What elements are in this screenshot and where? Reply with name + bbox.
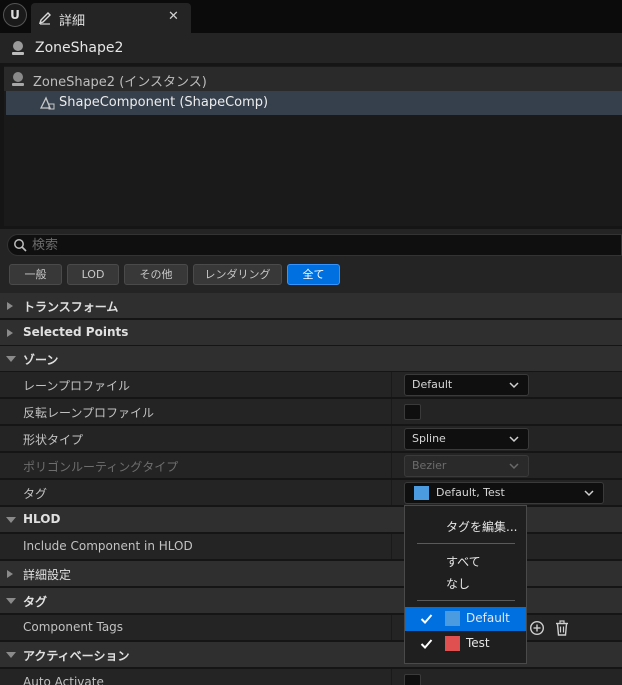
category-label: Selected Points	[23, 325, 129, 339]
collapse-arrow-icon	[6, 356, 16, 362]
prop-label: 反転レーンプロファイル	[23, 406, 155, 420]
collapse-arrow-icon	[6, 517, 16, 523]
trash-icon[interactable]	[554, 620, 570, 636]
tab-details[interactable]: 詳細 ✕	[31, 3, 191, 33]
collapse-arrow-icon	[6, 652, 16, 658]
category-label: 詳細設定	[23, 568, 72, 582]
filter-misc-button[interactable]: その他	[124, 264, 188, 285]
close-icon[interactable]: ✕	[168, 9, 179, 24]
prop-row-include-component-in-hlod: Include Component in HLOD	[0, 534, 622, 560]
menu-item-label: すべて	[446, 555, 481, 569]
component-tree: ZoneShape2 (インスタンス) ShapeComponent (Shap…	[4, 66, 622, 226]
tag-dropdown-menu: タグを編集... すべて なし Default Test	[404, 505, 527, 664]
combo-value: Spline	[412, 432, 446, 445]
shape-type-combo[interactable]: Spline	[404, 428, 529, 450]
prop-label: Component Tags	[23, 620, 124, 634]
menu-separator	[417, 543, 515, 544]
prop-row-auto-activate: Auto Activate	[0, 669, 622, 685]
chevron-down-icon	[509, 382, 519, 389]
tab-title: 詳細	[59, 14, 86, 29]
category-transform[interactable]: トランスフォーム	[0, 293, 622, 319]
category-label: HLOD	[23, 512, 61, 526]
expand-arrow-icon	[7, 329, 13, 337]
category-tags[interactable]: タグ	[0, 588, 622, 614]
category-label: トランスフォーム	[23, 300, 119, 314]
category-selected-points[interactable]: Selected Points	[0, 320, 622, 346]
category-activation[interactable]: アクティベーション	[0, 642, 622, 668]
prop-row-polygon-routing-type: ポリゴンルーティングタイプ Bezier	[0, 453, 622, 479]
select-all-menu-item[interactable]: すべて	[405, 549, 526, 573]
tree-item-shape-component[interactable]: ShapeComponent (ShapeComp)	[6, 91, 622, 115]
unreal-logo-icon[interactable]: U	[3, 3, 27, 27]
menu-item-label: なし	[446, 577, 471, 591]
tree-item-label: ZoneShape2 (インスタンス)	[33, 75, 207, 90]
pencil-icon	[38, 12, 51, 25]
prop-label: Include Component in HLOD	[23, 539, 193, 553]
category-zone[interactable]: ゾーン	[0, 346, 622, 372]
tree-item-root[interactable]: ZoneShape2 (インスタンス)	[4, 67, 622, 91]
menu-separator	[417, 600, 515, 601]
category-advanced[interactable]: 詳細設定	[0, 561, 622, 587]
menu-item-label: Test	[466, 636, 490, 650]
shape-component-icon	[39, 96, 55, 110]
search-box	[7, 234, 622, 256]
tag-color-swatch	[445, 636, 460, 651]
add-icon[interactable]	[529, 620, 545, 636]
search-area	[0, 229, 622, 263]
tag-option-test[interactable]: Test	[405, 632, 526, 656]
menu-item-label: Default	[466, 611, 510, 625]
prop-label: Auto Activate	[23, 675, 104, 685]
prop-row-lane-profile: レーンプロファイル Default	[0, 372, 622, 398]
filter-all-button[interactable]: 全て	[287, 264, 340, 285]
actor-header: ZoneShape2	[0, 33, 622, 63]
reverse-lane-profile-checkbox[interactable]	[404, 404, 421, 420]
category-hlod[interactable]: HLOD	[0, 507, 622, 533]
tag-color-swatch	[414, 486, 429, 500]
combo-value: Bezier	[412, 459, 447, 472]
prop-row-tag: タグ Default, Test	[0, 480, 622, 506]
chevron-down-icon	[509, 436, 519, 443]
auto-activate-checkbox[interactable]	[404, 674, 421, 685]
tree-item-label: ShapeComponent (ShapeComp)	[59, 95, 269, 110]
combo-value: Default, Test	[436, 486, 505, 499]
expand-arrow-icon	[7, 302, 13, 310]
menu-item-label: タグを編集...	[446, 520, 518, 534]
actor-name: ZoneShape2	[35, 40, 124, 56]
check-icon	[420, 614, 433, 624]
zone-shape-icon	[12, 72, 24, 86]
zone-shape-icon	[12, 41, 24, 55]
tab-bar: U 詳細 ✕	[0, 0, 622, 33]
polygon-routing-type-combo: Bezier	[404, 455, 529, 477]
combo-value: Default	[412, 378, 453, 391]
prop-label: ポリゴンルーティングタイプ	[23, 460, 179, 474]
filter-general-button[interactable]: 一般	[9, 264, 62, 285]
filter-bar: 一般 LOD その他 レンダリング 全て	[0, 263, 622, 293]
check-icon	[420, 639, 433, 649]
expand-arrow-icon	[7, 570, 13, 578]
category-label: ゾーン	[23, 353, 59, 367]
prop-row-shape-type: 形状タイプ Spline	[0, 426, 622, 452]
tag-color-swatch	[445, 611, 460, 626]
lane-profile-combo[interactable]: Default	[404, 374, 529, 396]
chevron-down-icon	[584, 490, 594, 497]
tag-option-default[interactable]: Default	[405, 607, 526, 631]
search-input[interactable]	[32, 236, 612, 254]
edit-tags-menu-item[interactable]: タグを編集...	[405, 514, 526, 538]
prop-label: タグ	[23, 487, 48, 501]
tag-combo[interactable]: Default, Test	[404, 482, 604, 504]
prop-row-reverse-lane-profile: 反転レーンプロファイル	[0, 399, 622, 425]
filter-rendering-button[interactable]: レンダリング	[193, 264, 282, 285]
category-label: アクティベーション	[23, 649, 130, 663]
prop-label: レーンプロファイル	[23, 379, 131, 393]
search-icon	[14, 239, 27, 252]
filter-lod-button[interactable]: LOD	[67, 264, 119, 285]
category-label: タグ	[23, 595, 48, 609]
collapse-arrow-icon	[6, 598, 16, 604]
prop-label: 形状タイプ	[23, 433, 84, 447]
select-none-menu-item[interactable]: なし	[405, 571, 526, 595]
chevron-down-icon	[509, 463, 519, 470]
